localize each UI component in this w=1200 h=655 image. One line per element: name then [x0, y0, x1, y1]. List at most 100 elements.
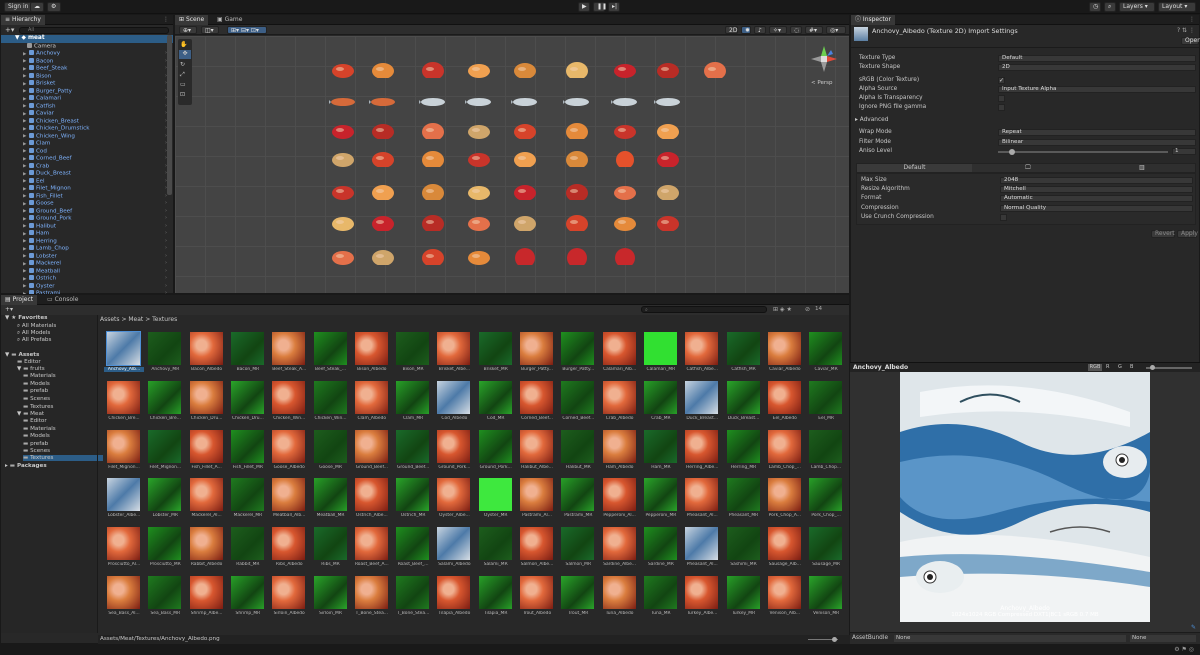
- texture-asset[interactable]: Venison_Alb...: [765, 576, 803, 622]
- texture-asset[interactable]: Cod_MR: [476, 380, 514, 427]
- folder-item[interactable]: ▬ Editor: [17, 359, 41, 365]
- gizmo-toggle[interactable]: ⊞▾ ⊟▾ ⊡▾: [227, 26, 267, 34]
- texture-asset[interactable]: Herring_Albe...: [682, 429, 720, 476]
- channel-r[interactable]: R: [1106, 364, 1109, 370]
- inspector-dropdown[interactable]: Default: [998, 55, 1196, 62]
- inspector-dropdown[interactable]: 2D: [998, 64, 1196, 71]
- hierarchy-item[interactable]: ▶ Chicken_Drumstick ›: [1, 125, 173, 133]
- grid-dropdown[interactable]: #▾: [805, 26, 823, 34]
- texture-asset[interactable]: Crab_MR: [641, 380, 679, 427]
- texture-asset[interactable]: Halibut_Albe...: [517, 429, 555, 476]
- open-prefab-icon[interactable]: ›: [165, 268, 167, 276]
- texture-asset[interactable]: Clam_MR: [393, 380, 431, 427]
- texture-asset[interactable]: Roast_Beef_...: [393, 527, 431, 573]
- texture-asset[interactable]: Turkey_MR: [724, 576, 762, 622]
- crunch-checkbox[interactable]: [1000, 214, 1007, 221]
- scene-food-object[interactable]: [654, 121, 682, 139]
- scene-food-object[interactable]: [465, 182, 493, 200]
- scene-food-object[interactable]: [419, 149, 447, 167]
- inspector-checkbox[interactable]: [998, 104, 1005, 111]
- scene-food-object[interactable]: [419, 91, 447, 109]
- texture-asset[interactable]: Beef_Steak_...: [311, 332, 349, 378]
- search-icon[interactable]: ⌕: [1104, 2, 1116, 12]
- texture-asset[interactable]: Calamari_MR: [641, 332, 679, 378]
- assetbundle-dropdown[interactable]: None: [894, 635, 1126, 642]
- texture-asset[interactable]: Lamb_Chop...: [806, 429, 844, 476]
- create-icon[interactable]: +▾: [5, 306, 13, 313]
- texture-asset[interactable]: Meatball_MR: [311, 478, 349, 524]
- texture-asset[interactable]: Ostrich_MR: [393, 478, 431, 524]
- scene-food-object[interactable]: [563, 121, 591, 139]
- texture-asset[interactable]: Filet_Mignon...: [104, 429, 142, 476]
- texture-asset[interactable]: Corned_Beef...: [558, 380, 596, 427]
- persp-label[interactable]: < Persp: [811, 80, 832, 86]
- platform-dropdown[interactable]: Normal Quality: [1000, 205, 1193, 212]
- breadcrumb-meat[interactable]: Meat: [128, 316, 143, 323]
- tab-inspector[interactable]: ⓘ Inspector: [851, 15, 895, 25]
- favorite-item[interactable]: ⌕ All Materials: [17, 323, 56, 330]
- hierarchy-item[interactable]: ▶ Meatball ›: [1, 267, 173, 276]
- rotate-tool-icon[interactable]: ↻: [180, 61, 185, 68]
- texture-asset[interactable]: Duck_Breast...: [682, 380, 720, 427]
- aniso-slider-handle[interactable]: [1009, 149, 1015, 155]
- hierarchy-item[interactable]: Camera: [1, 42, 173, 51]
- scene-food-object[interactable]: [329, 213, 357, 231]
- scene-food-object[interactable]: [563, 213, 591, 231]
- open-prefab-icon[interactable]: ›: [165, 275, 167, 283]
- texture-asset[interactable]: Ground_Pork...: [476, 429, 514, 476]
- favorite-item[interactable]: ⌕ All Models: [17, 330, 50, 337]
- scene-food-object[interactable]: [563, 247, 591, 265]
- hierarchy-item[interactable]: ▶ Oyster ›: [1, 282, 173, 291]
- scene-food-object[interactable]: [611, 247, 639, 265]
- texture-asset[interactable]: Eel_Albedo: [765, 380, 803, 427]
- texture-asset[interactable]: Sausage_MR: [806, 527, 844, 573]
- hierarchy-item[interactable]: ▶ Caviar ›: [1, 110, 173, 118]
- texture-asset[interactable]: Goose_Albedo: [269, 429, 307, 476]
- hierarchy-item[interactable]: ▶ Cod ›: [1, 147, 173, 156]
- texture-asset[interactable]: Oyster_Albe...: [434, 478, 472, 524]
- rect-tool-icon[interactable]: ▭: [180, 81, 186, 88]
- texture-asset[interactable]: Pork_Chop_...: [806, 478, 844, 524]
- folder-item[interactable]: ▼ ▬ Meat: [17, 411, 44, 417]
- texture-asset[interactable]: Ribs_Albedo: [269, 527, 307, 573]
- texture-asset[interactable]: Salami_Albedo: [434, 527, 472, 573]
- lighting-icon[interactable]: ✹: [741, 26, 751, 34]
- hierarchy-root-row[interactable]: ▼ ◆ meat: [1, 35, 173, 43]
- texture-asset[interactable]: Herring_MR: [724, 429, 762, 476]
- channel-rgb[interactable]: RGB: [1088, 364, 1102, 371]
- platform-dropdown[interactable]: Automatic: [1000, 195, 1193, 202]
- scene-food-object[interactable]: [369, 91, 397, 109]
- texture-asset[interactable]: Clam_Albedo: [352, 380, 390, 427]
- hierarchy-item[interactable]: ▶ Bison ›: [1, 72, 173, 81]
- breadcrumb-textures[interactable]: Textures: [152, 316, 177, 323]
- open-prefab-icon[interactable]: ›: [165, 215, 167, 223]
- hierarchy-item[interactable]: ▶ Catfish ›: [1, 102, 173, 111]
- folder-item[interactable]: ▼ ▬ fruits: [17, 366, 45, 372]
- favorite-item[interactable]: ⌕ All Prefabs: [17, 337, 51, 344]
- gizmos-dropdown[interactable]: ◎▾: [826, 26, 846, 34]
- texture-asset[interactable]: Caviar_Albedo: [765, 332, 803, 378]
- filter-mode-dropdown[interactable]: Bilinear: [998, 139, 1196, 146]
- scene-food-object[interactable]: [369, 60, 397, 78]
- texture-asset[interactable]: Fish_Fillet_A...: [187, 429, 225, 476]
- scene-food-object[interactable]: [329, 247, 357, 265]
- texture-asset[interactable]: Brisket_MR: [476, 332, 514, 378]
- texture-asset[interactable]: Sardine_MR: [641, 527, 679, 573]
- scene-food-object[interactable]: [419, 182, 447, 200]
- texture-asset[interactable]: Shrimp_Albe...: [187, 576, 225, 622]
- open-prefab-icon[interactable]: ›: [165, 208, 167, 216]
- hierarchy-item[interactable]: ▶ Goose ›: [1, 200, 173, 208]
- texture-asset[interactable]: Bacon_MR: [228, 332, 266, 378]
- scale-tool-icon[interactable]: ⤢: [180, 71, 185, 79]
- wrap-mode-dropdown[interactable]: Repeat: [998, 129, 1196, 136]
- scene-food-object[interactable]: [465, 121, 493, 139]
- scene-food-object[interactable]: [563, 182, 591, 200]
- platform-dropdown[interactable]: Mitchell: [1000, 186, 1193, 193]
- hierarchy-item[interactable]: ▶ Anchovy ›: [1, 50, 173, 58]
- mip-slider-handle[interactable]: [1150, 365, 1155, 370]
- scene-food-object[interactable]: [654, 213, 682, 231]
- audio-icon[interactable]: ♪: [754, 26, 766, 34]
- texture-asset[interactable]: Rabbit_Albedo: [187, 527, 225, 573]
- texture-asset[interactable]: Anchovy_MR: [145, 332, 183, 378]
- scene-food-object[interactable]: [419, 121, 447, 139]
